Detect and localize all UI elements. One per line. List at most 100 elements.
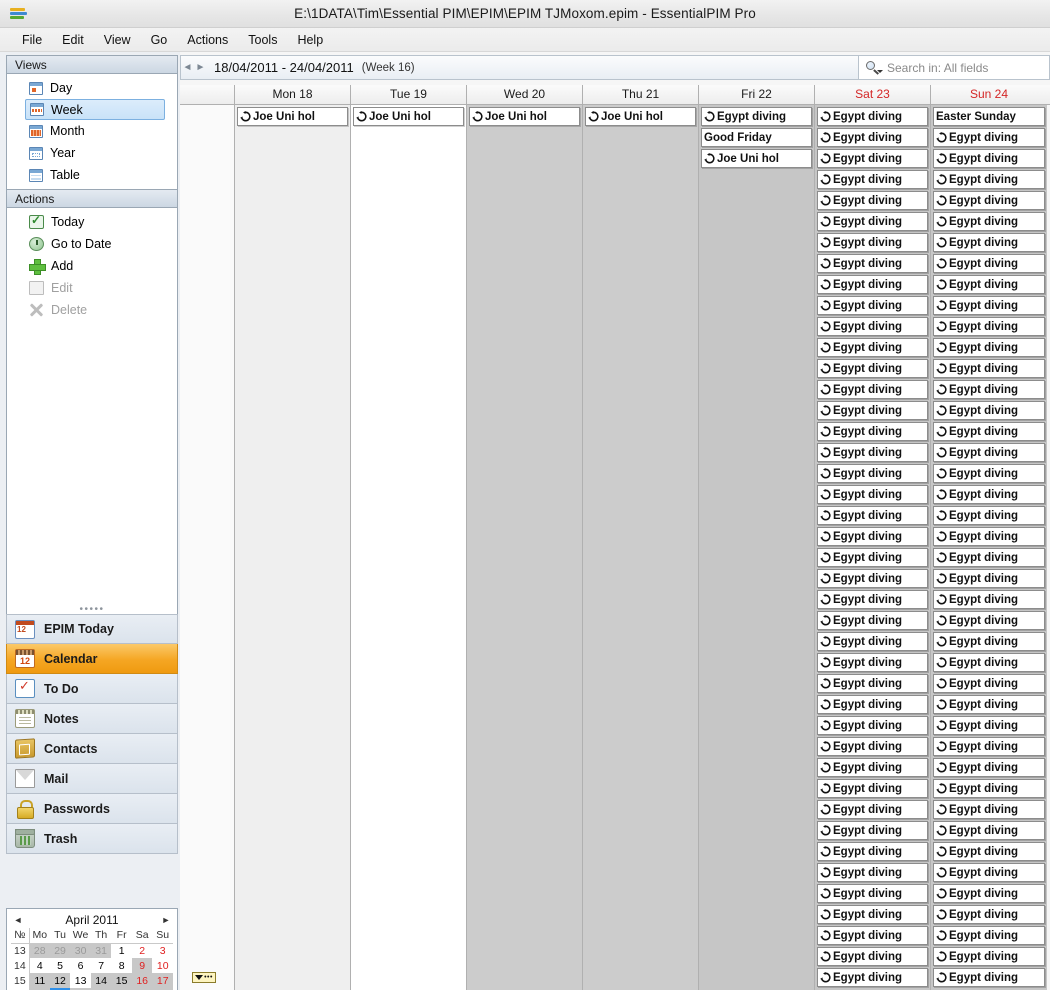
mini-calendar-day-cell[interactable]: 31 (90, 943, 112, 958)
mini-calendar-day-cell[interactable]: 1 (111, 943, 132, 958)
calendar-event[interactable]: Egypt diving (817, 107, 928, 126)
action-item-go-to-date[interactable]: Go to Date (7, 233, 177, 255)
module-to-do[interactable]: To Do (6, 674, 178, 704)
calendar-event[interactable]: Egypt diving (933, 380, 1045, 399)
mini-calendar-day-cell[interactable]: 30 (70, 943, 91, 958)
calendar-event[interactable]: Egypt diving (933, 653, 1045, 672)
calendar-event[interactable]: Egypt diving (933, 779, 1045, 798)
calendar-event[interactable]: Egypt diving (933, 317, 1045, 336)
menu-file[interactable]: File (12, 30, 52, 50)
calendar-event[interactable]: Egypt diving (933, 275, 1045, 294)
menu-help[interactable]: Help (287, 30, 333, 50)
calendar-event[interactable]: Egypt diving (933, 821, 1045, 840)
view-item-table[interactable]: Table (7, 164, 177, 186)
calendar-event[interactable]: Egypt diving (817, 779, 928, 798)
mini-calendar-day-cell[interactable]: 5 (50, 958, 71, 973)
day-header-tue[interactable]: Tue 19 (351, 85, 467, 104)
calendar-event[interactable]: Egypt diving (933, 401, 1045, 420)
calendar-event[interactable]: Egypt diving (933, 842, 1045, 861)
calendar-event[interactable]: Egypt diving (933, 758, 1045, 777)
mini-calendar-day-cell[interactable]: 8 (111, 958, 132, 973)
menu-edit[interactable]: Edit (52, 30, 94, 50)
calendar-event[interactable]: Egypt diving (817, 191, 928, 210)
calendar-event[interactable]: Egypt diving (817, 590, 928, 609)
mini-calendar-day-cell[interactable]: 17 (152, 973, 173, 988)
calendar-event[interactable]: Egypt diving (817, 317, 928, 336)
day-column-mon-18[interactable]: Joe Uni hol (235, 105, 351, 990)
calendar-event[interactable]: Egypt diving (933, 905, 1045, 924)
calendar-event[interactable]: Egypt diving (933, 527, 1045, 546)
calendar-event[interactable]: Egypt diving (933, 506, 1045, 525)
calendar-event[interactable]: Egypt diving (817, 737, 928, 756)
calendar-event[interactable]: Egypt diving (933, 863, 1045, 882)
calendar-event[interactable]: Egypt diving (933, 443, 1045, 462)
day-header-mon[interactable]: Mon 18 (235, 85, 351, 104)
menu-tools[interactable]: Tools (238, 30, 287, 50)
calendar-event[interactable]: Egypt diving (933, 422, 1045, 441)
calendar-event[interactable]: Egypt diving (817, 296, 928, 315)
mini-calendar-day-cell[interactable]: 13 (70, 973, 91, 988)
calendar-event[interactable]: Egypt diving (817, 905, 928, 924)
calendar-event[interactable]: Egypt diving (817, 653, 928, 672)
mini-calendar-day-cell[interactable]: 16 (131, 973, 153, 988)
calendar-event[interactable]: Egypt diving (817, 506, 928, 525)
day-column-fri-22[interactable]: Egypt diving Good Friday Joe Uni hol (699, 105, 815, 990)
calendar-event[interactable]: Egypt diving (933, 947, 1045, 966)
calendar-event[interactable]: Egypt diving (817, 548, 928, 567)
mini-calendar-day-cell[interactable]: 14 (90, 973, 112, 988)
calendar-event[interactable]: Egypt diving (817, 254, 928, 273)
mini-calendar-day-cell[interactable]: 15 (111, 973, 132, 988)
module-passwords[interactable]: Passwords (6, 794, 178, 824)
calendar-event[interactable]: Joe Uni hol (469, 107, 580, 126)
action-item-today[interactable]: Today (7, 211, 177, 233)
mini-calendar-day-cell[interactable]: 29 (49, 943, 71, 958)
mini-calendar-day-cell[interactable]: 10 (152, 958, 173, 973)
calendar-event[interactable]: Egypt diving (817, 695, 928, 714)
module-trash[interactable]: Trash (6, 824, 178, 854)
calendar-event[interactable]: Egypt diving (933, 212, 1045, 231)
calendar-event[interactable]: Egypt diving (817, 485, 928, 504)
action-item-add[interactable]: Add (7, 255, 177, 277)
module-contacts[interactable]: Contacts (6, 734, 178, 764)
mini-calendar-day-cell[interactable]: 3 (152, 943, 173, 958)
mini-calendar-prev-button[interactable]: ◄ (11, 915, 25, 925)
calendar-event[interactable]: Egypt diving (817, 233, 928, 252)
calendar-event[interactable]: Egypt diving (933, 884, 1045, 903)
calendar-event[interactable]: Egypt diving (817, 527, 928, 546)
calendar-event[interactable]: Egypt diving (817, 758, 928, 777)
calendar-event[interactable]: Egypt diving (817, 884, 928, 903)
calendar-event[interactable]: Egypt diving (817, 632, 928, 651)
calendar-event[interactable]: Egypt diving (817, 611, 928, 630)
search-box[interactable]: Search in: All fields (858, 55, 1050, 80)
mini-calendar-week-number[interactable]: 13 (11, 943, 30, 958)
calendar-event[interactable]: Egypt diving (817, 863, 928, 882)
calendar-event[interactable]: Egypt diving (817, 674, 928, 693)
calendar-event[interactable]: Easter Sunday (933, 107, 1045, 126)
calendar-event[interactable]: Egypt diving (817, 338, 928, 357)
mini-calendar-day-cell[interactable]: 11 (29, 973, 50, 988)
day-column-wed-20[interactable]: Joe Uni hol (467, 105, 583, 990)
calendar-event[interactable]: Egypt diving (933, 590, 1045, 609)
calendar-event[interactable]: Egypt diving (933, 632, 1045, 651)
next-week-button[interactable]: ► (194, 62, 207, 73)
day-header-fri[interactable]: Fri 22 (699, 85, 815, 104)
calendar-event[interactable]: Egypt diving (933, 695, 1045, 714)
calendar-event[interactable]: Egypt diving (817, 380, 928, 399)
mini-calendar-day-cell[interactable]: 4 (29, 958, 50, 973)
mini-calendar-day-cell[interactable]: 2 (132, 943, 153, 958)
module-calendar[interactable]: Calendar (6, 644, 178, 674)
search-icon[interactable] (865, 60, 885, 76)
calendar-event[interactable]: Egypt diving (817, 842, 928, 861)
calendar-event[interactable]: Egypt diving (817, 716, 928, 735)
calendar-event[interactable]: Joe Uni hol (701, 149, 812, 168)
calendar-event[interactable]: Egypt diving (817, 275, 928, 294)
calendar-event[interactable]: Egypt diving (933, 296, 1045, 315)
mini-calendar-next-button[interactable]: ► (159, 915, 173, 925)
view-item-week[interactable]: Week (25, 99, 165, 120)
calendar-event[interactable]: Egypt diving (933, 485, 1045, 504)
calendar-event[interactable]: Joe Uni hol (585, 107, 696, 126)
calendar-event[interactable]: Egypt diving (933, 800, 1045, 819)
calendar-event[interactable]: Egypt diving (933, 170, 1045, 189)
calendar-event[interactable]: Egypt diving (933, 674, 1045, 693)
calendar-event[interactable]: Egypt diving (817, 128, 928, 147)
